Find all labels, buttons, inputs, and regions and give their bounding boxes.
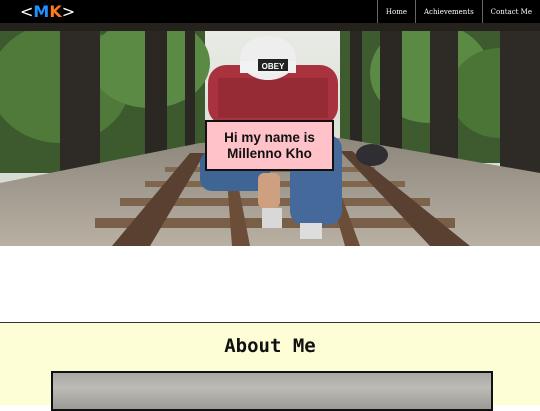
name-intro-box: Hi my name is Millenno Kho — [205, 120, 334, 171]
nav-link-contact-me[interactable]: Contact Me — [481, 0, 540, 23]
name-intro-line2: Millenno Kho — [227, 145, 312, 161]
cap-logo-text: OBEY — [262, 62, 285, 71]
logo-close-bracket: > — [61, 2, 76, 21]
nav-link-achievements[interactable]: Achievements — [415, 0, 482, 23]
logo-letter-m: M — [33, 2, 50, 21]
nav-link-home[interactable]: Home — [376, 0, 415, 23]
about-section: About Me — [0, 322, 540, 411]
name-intro-line1: Hi my name is — [224, 129, 315, 145]
hero-banner: OBEY Hi my name is Millenno Kho — [0, 23, 540, 246]
logo-open-bracket: < — [20, 2, 34, 21]
top-nav-bar: < M K > Home Achievements Contact Me — [0, 0, 540, 23]
about-title: About Me — [224, 335, 316, 357]
nav-menu: Home Achievements Contact Me — [376, 0, 540, 23]
site-logo[interactable]: < M K > — [20, 0, 75, 23]
about-photo — [51, 371, 493, 411]
logo-letter-k: K — [49, 2, 62, 21]
